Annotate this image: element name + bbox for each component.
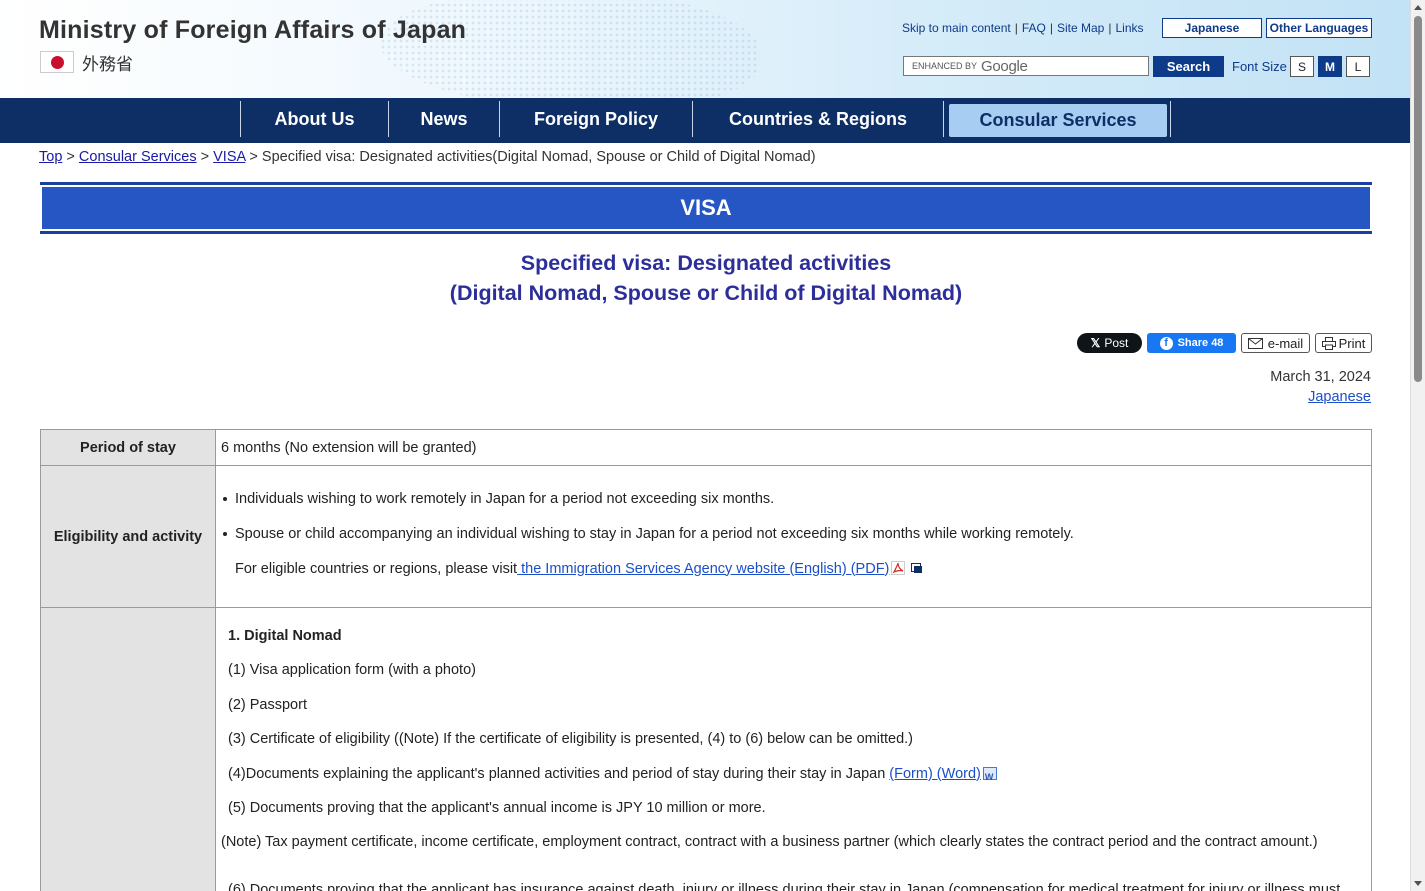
form-word-link[interactable]: (Form) (Word) bbox=[889, 766, 981, 782]
doc5-note: (Note) Tax payment certificate, income c… bbox=[221, 834, 1318, 851]
x-post-label: Post bbox=[1104, 336, 1129, 350]
list-item: (2) Passport bbox=[228, 696, 307, 713]
publish-date: March 31, 2024 bbox=[1270, 369, 1371, 385]
list-item: Spouse or child accompanying an individu… bbox=[221, 524, 1371, 544]
print-label: Print bbox=[1338, 335, 1366, 351]
table-row: 1. Digital Nomad (1) Visa application fo… bbox=[40, 607, 1372, 891]
required-documents-label bbox=[40, 607, 216, 891]
page-scrollbar[interactable] bbox=[1410, 0, 1425, 891]
eligibility-label: Eligibility and activity bbox=[40, 465, 216, 608]
nav-consular-services[interactable]: Consular Services bbox=[949, 104, 1167, 137]
immigration-agency-link[interactable]: the Immigration Services Agency website … bbox=[517, 561, 889, 577]
world-map-decoration bbox=[380, 0, 760, 98]
list-item: (5) Documents proving that the applicant… bbox=[228, 799, 766, 816]
email-label: e-mail bbox=[1267, 335, 1304, 351]
breadcrumb-current: Specified visa: Designated activities(Di… bbox=[261, 149, 816, 165]
list-item: (1) Visa application form (with a photo) bbox=[228, 662, 476, 679]
main-nav: About Us News Foreign Policy Countries &… bbox=[0, 98, 1410, 143]
breadcrumb-visa-link[interactable]: VISA bbox=[213, 149, 245, 165]
external-link-icon bbox=[911, 562, 923, 574]
list-item: (4)Documents explaining the applicant's … bbox=[221, 764, 1371, 787]
nav-news[interactable]: News bbox=[389, 101, 499, 137]
breadcrumb: Top > Consular Services > VISA > Specifi… bbox=[39, 149, 816, 165]
site-header: Ministry of Foreign Affairs of Japan 外務省… bbox=[0, 0, 1410, 98]
eligibility-cell: Individuals wishing to work remotely in … bbox=[215, 465, 1372, 608]
docs-heading: 1. Digital Nomad bbox=[228, 628, 342, 644]
required-documents-cell: 1. Digital Nomad (1) Visa application fo… bbox=[215, 607, 1372, 891]
page-title-line2: (Digital Nomad, Spouse or Child of Digit… bbox=[449, 281, 963, 305]
font-size-large-button[interactable]: L bbox=[1346, 56, 1370, 77]
facebook-share-label: Share 48 bbox=[1177, 337, 1224, 349]
pdf-icon bbox=[891, 560, 906, 575]
nav-countries-regions[interactable]: Countries & Regions bbox=[693, 101, 943, 137]
breadcrumb-top-link[interactable]: Top bbox=[39, 149, 62, 165]
list-item: Individuals wishing to work remotely in … bbox=[221, 489, 1371, 509]
page-title: Specified visa: Designated activities (D… bbox=[40, 248, 1372, 308]
word-document-icon bbox=[982, 766, 997, 787]
skip-to-main-link[interactable]: Skip to main content bbox=[902, 21, 1011, 35]
section-banner-label: VISA bbox=[680, 195, 732, 220]
scroll-up-arrow-icon[interactable] bbox=[1414, 5, 1422, 10]
utility-links: Skip to main content | FAQ | Site Map | … bbox=[902, 21, 1144, 35]
table-row: Period of stay 6 months (No extension wi… bbox=[40, 429, 1372, 466]
list-item: (3) Certificate of eligibility ((Note) I… bbox=[228, 731, 913, 748]
google-logo: Google bbox=[981, 57, 1028, 75]
print-button[interactable]: Print bbox=[1315, 333, 1372, 353]
nav-about-us[interactable]: About Us bbox=[241, 101, 388, 137]
x-post-button[interactable]: 𝕏 Post bbox=[1077, 333, 1142, 353]
site-title[interactable]: Ministry of Foreign Affairs of Japan bbox=[39, 16, 466, 45]
breadcrumb-consular-link[interactable]: Consular Services bbox=[79, 149, 197, 165]
links-link[interactable]: Links bbox=[1115, 21, 1143, 35]
search-input[interactable]: ENHANCED BY Google bbox=[903, 56, 1149, 76]
table-row: Eligibility and activity Individuals wis… bbox=[40, 465, 1372, 608]
japanese-version-link[interactable]: Japanese bbox=[1308, 389, 1371, 405]
facebook-icon: f bbox=[1159, 336, 1173, 350]
eligibility-list: Individuals wishing to work remotely in … bbox=[221, 489, 1371, 544]
nav-foreign-policy[interactable]: Foreign Policy bbox=[500, 101, 692, 137]
font-size-small-button[interactable]: S bbox=[1290, 56, 1314, 77]
font-size-label: Font Size bbox=[1232, 59, 1287, 74]
japanese-language-button[interactable]: Japanese bbox=[1162, 18, 1262, 38]
site-map-link[interactable]: Site Map bbox=[1057, 21, 1104, 35]
email-button[interactable]: e-mail bbox=[1241, 333, 1310, 353]
printer-icon bbox=[1321, 336, 1336, 350]
list-item: (6) Documents proving that the applicant… bbox=[228, 882, 1341, 891]
other-languages-button[interactable]: Other Languages bbox=[1266, 18, 1372, 38]
faq-link[interactable]: FAQ bbox=[1022, 21, 1046, 35]
site-title-jp[interactable]: 外務省 bbox=[82, 50, 133, 75]
visa-info-table: Period of stay 6 months (No extension wi… bbox=[40, 429, 1372, 891]
font-size-medium-button[interactable]: M bbox=[1318, 56, 1342, 77]
search-button[interactable]: Search bbox=[1153, 56, 1224, 77]
scroll-down-arrow-icon[interactable] bbox=[1414, 881, 1422, 886]
envelope-icon bbox=[1247, 337, 1263, 349]
eligible-countries-note: For eligible countries or regions, pleas… bbox=[221, 559, 1371, 579]
period-of-stay-label: Period of stay bbox=[40, 429, 216, 466]
japan-flag-icon bbox=[40, 51, 74, 73]
x-logo-icon: 𝕏 bbox=[1090, 336, 1101, 350]
page-title-line1: Specified visa: Designated activities bbox=[520, 251, 892, 275]
section-banner: VISA bbox=[40, 182, 1372, 234]
facebook-share-button[interactable]: f Share 48 bbox=[1147, 333, 1236, 353]
scroll-thumb[interactable] bbox=[1414, 16, 1422, 382]
period-of-stay-value: 6 months (No extension will be granted) bbox=[215, 429, 1372, 466]
enhanced-by-label: ENHANCED BY bbox=[912, 61, 978, 71]
